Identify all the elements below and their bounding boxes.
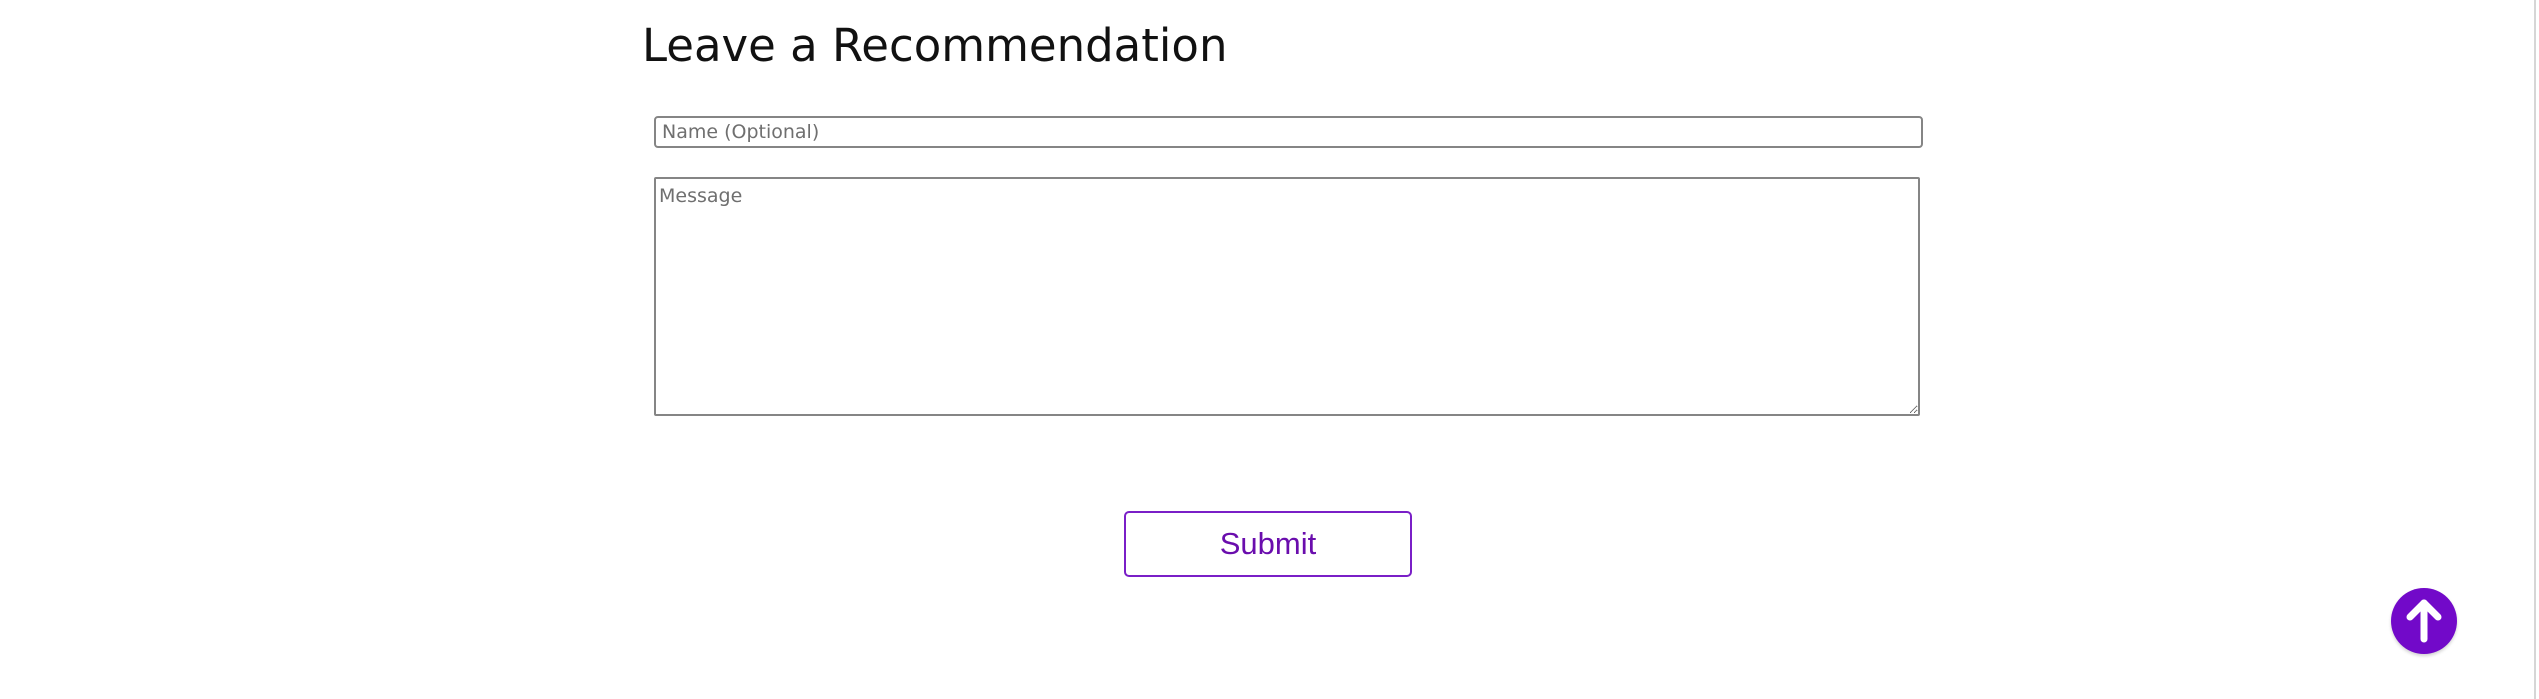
recommendation-section: Leave a Recommendation Submit <box>0 0 2539 699</box>
arrow-up-icon <box>2406 599 2442 643</box>
recommendation-title: Leave a Recommendation <box>642 19 1228 72</box>
submit-button[interactable]: Submit <box>1124 511 1412 577</box>
message-textarea[interactable] <box>654 177 1920 416</box>
scroll-to-top-button[interactable] <box>2391 588 2457 654</box>
name-input[interactable] <box>654 116 1923 148</box>
